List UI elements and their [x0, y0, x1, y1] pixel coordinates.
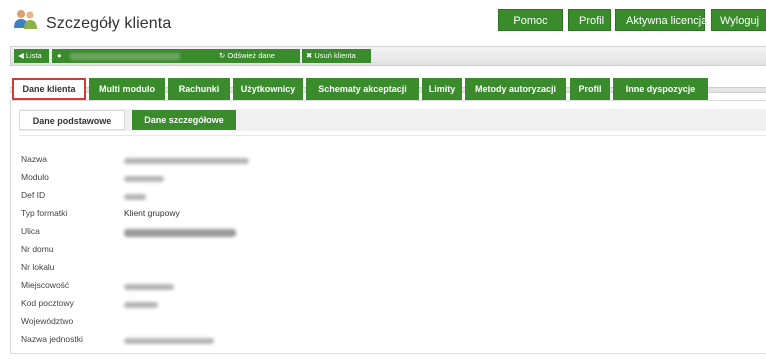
tab-multi-modulo[interactable]: Multi modulo: [89, 78, 165, 100]
back-to-list-button[interactable]: ◀ Lista: [14, 49, 49, 63]
field-label: Nr domu: [21, 244, 54, 254]
field-value: [124, 298, 158, 309]
field-value: [124, 154, 249, 165]
client-name-redacted: [69, 52, 180, 60]
profile-button[interactable]: Profil: [568, 9, 611, 31]
tab-bar: Dane klienta Multi modulo Rachunki Użytk…: [10, 78, 766, 100]
field-value: [124, 172, 164, 183]
field-value: [124, 190, 146, 201]
field-label: Nr lokalu: [21, 262, 55, 272]
field-value: Klient grupowy: [124, 208, 180, 218]
field-row-house-number: Nr domu: [21, 244, 421, 260]
help-button[interactable]: Pomoc: [498, 9, 563, 31]
field-row-unit-name: Nazwa jednostki: [21, 334, 421, 350]
redacted-value: [124, 284, 174, 291]
subtab-basic-data[interactable]: Dane podstawowe: [19, 110, 125, 130]
top-nav: Pomoc Profil Aktywna licencja Wyloguj: [498, 9, 766, 31]
refresh-button[interactable]: ↻ Odśwież dane: [213, 49, 300, 63]
subtab-bar: Dane podstawowe Dane szczegółowe: [19, 109, 766, 131]
tab-accounts[interactable]: Rachunki: [168, 78, 230, 100]
subtab-divider: [19, 135, 766, 136]
field-row-form-type: Typ formatki Klient grupowy: [21, 208, 421, 224]
field-row-street: Ulica: [21, 226, 421, 242]
field-row-voivodeship: Województwo: [21, 316, 421, 332]
tab-other-instructions[interactable]: Inne dyspozycje: [613, 78, 708, 100]
field-row-city: Miejscowość: [21, 280, 421, 296]
delete-label: Usuń klienta: [314, 51, 356, 60]
field-label: Typ formatki: [21, 208, 68, 218]
page-title: Szczegóły klienta: [46, 15, 172, 32]
field-row-modulo: Modulo: [21, 172, 421, 188]
field-row-def-id: Def ID: [21, 190, 421, 206]
logout-button[interactable]: Wyloguj: [711, 9, 766, 31]
subtab-detailed-data[interactable]: Dane szczegółowe: [132, 110, 236, 130]
active-license-button[interactable]: Aktywna licencja: [615, 9, 707, 31]
action-bar: ◀ Lista ● ↻ Odśwież dane ✖ Usuń klienta: [10, 46, 766, 66]
redacted-value: [124, 302, 158, 309]
tab-limits[interactable]: Limity: [422, 78, 462, 100]
field-row-postal-code: Kod pocztowy: [21, 298, 421, 314]
users-icon: [14, 10, 37, 29]
tab-users[interactable]: Użytkownicy: [233, 78, 303, 100]
field-label: Modulo: [21, 172, 49, 182]
redacted-value: [124, 338, 214, 345]
field-value: [124, 226, 236, 238]
field-row-apartment-number: Nr lokalu: [21, 262, 421, 278]
tab-authorization-methods[interactable]: Metody autoryzacji: [465, 78, 566, 100]
redacted-value: [124, 229, 236, 238]
refresh-icon: ↻: [219, 51, 226, 60]
page: Szczegóły klienta Pomoc Profil Aktywna l…: [0, 0, 766, 360]
field-label: Nazwa: [21, 154, 47, 164]
field-label: Nazwa jednostki: [21, 334, 83, 344]
field-value: [124, 280, 174, 291]
redacted-value: [124, 158, 249, 165]
field-label: Miejscowość: [21, 280, 70, 290]
header: Szczegóły klienta Pomoc Profil Aktywna l…: [0, 0, 766, 40]
delete-icon: ✖: [306, 51, 313, 60]
refresh-label: Odśwież dane: [227, 51, 275, 60]
redacted-value: [124, 176, 164, 183]
tab-approval-schemes[interactable]: Schematy akceptacji: [306, 78, 419, 100]
redacted-value: [124, 194, 146, 201]
delete-client-button[interactable]: ✖ Usuń klienta: [302, 49, 371, 63]
field-label: Def ID: [21, 190, 46, 200]
field-label: Kod pocztowy: [21, 298, 74, 308]
back-to-list-label: Lista: [25, 51, 42, 60]
field-row-name: Nazwa: [21, 154, 421, 170]
field-label: Województwo: [21, 316, 74, 326]
field-label: Ulica: [21, 226, 40, 236]
tab-client-data[interactable]: Dane klienta: [12, 78, 86, 100]
client-button[interactable]: ●: [52, 49, 213, 63]
field-value: [124, 334, 214, 345]
tab-profile[interactable]: Profil: [570, 78, 610, 100]
chevron-left-icon: ◀: [18, 51, 24, 60]
user-icon: ●: [57, 51, 62, 60]
